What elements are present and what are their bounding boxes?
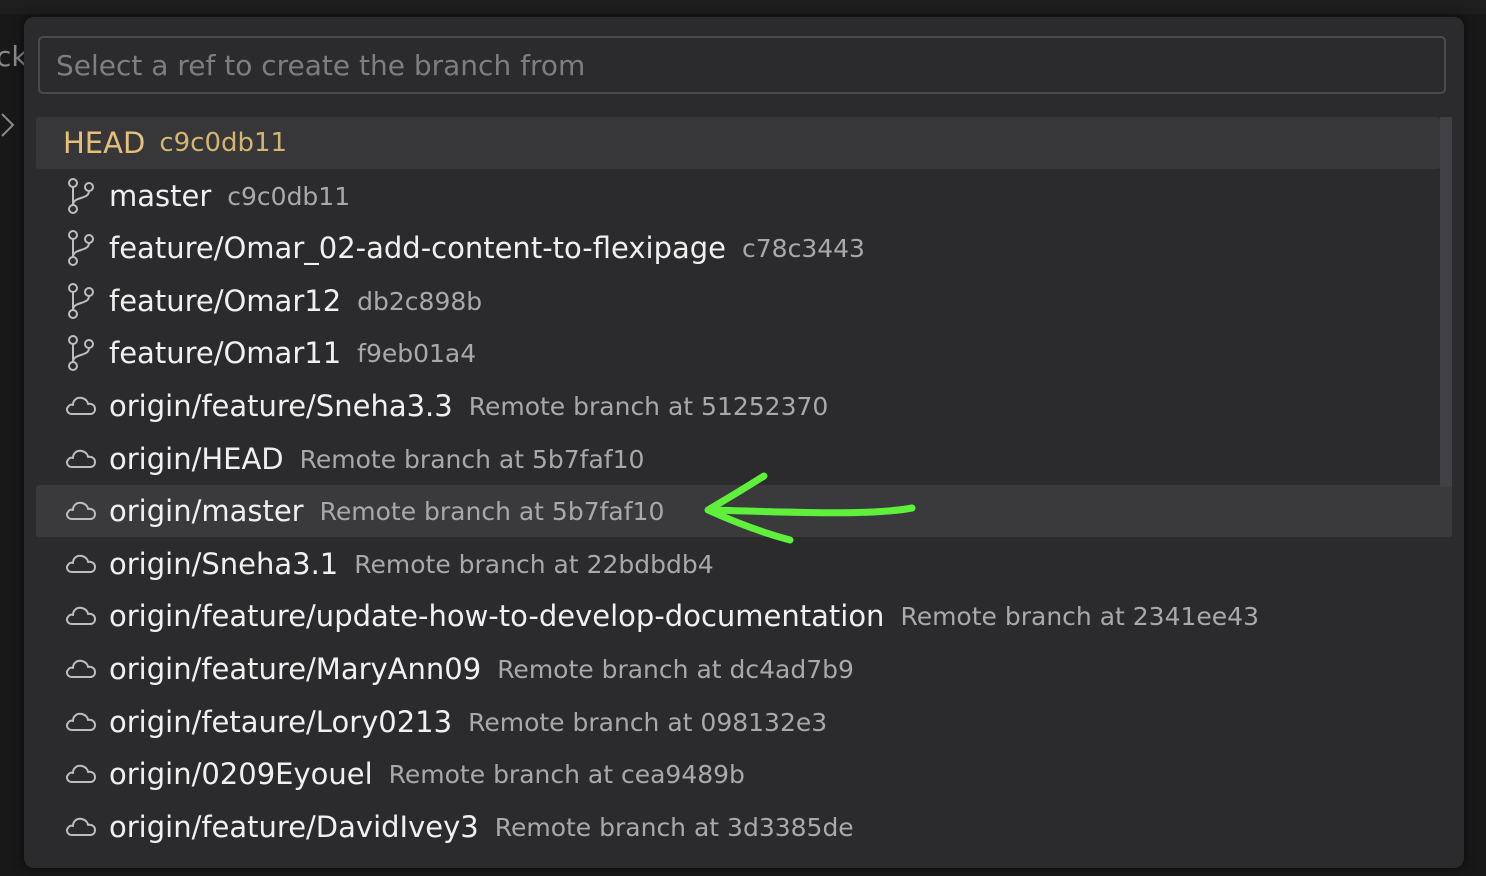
- ref-description: c9c0db11: [227, 181, 351, 211]
- ref-description: Remote branch at 5b7faf10: [319, 496, 665, 526]
- ref-label: feature/Omar_02-add-content-to-flexipage: [109, 231, 727, 265]
- ref-description: c9c0db11: [159, 128, 288, 158]
- ref-list-item[interactable]: master c9c0db11: [36, 170, 1452, 222]
- ref-label: origin/0209Eyouel: [109, 757, 373, 791]
- ref-description: Remote branch at 2341ee43: [900, 601, 1259, 631]
- ref-label: origin/master: [109, 494, 304, 528]
- chevron-right-icon: [0, 110, 16, 144]
- quick-pick-input-wrapper: [38, 36, 1446, 94]
- editor-top-bar: [0, 0, 1486, 14]
- ref-list-item[interactable]: origin/feature/Sneha3.3 Remote branch at …: [36, 380, 1452, 432]
- ref-list-item[interactable]: feature/Omar11 f9eb01a4: [36, 327, 1452, 379]
- cloud-icon: [63, 809, 99, 845]
- ref-label: origin/feature/MaryAnn09: [109, 652, 482, 686]
- list-scrollbar[interactable]: [1440, 117, 1452, 487]
- ref-description: db2c898b: [357, 286, 483, 316]
- ref-description: Remote branch at dc4ad7b9: [497, 654, 854, 684]
- ref-description: Remote branch at 3d3385de: [494, 812, 854, 842]
- ref-list-item[interactable]: feature/Omar12 db2c898b: [36, 275, 1452, 327]
- ref-list-item[interactable]: origin/feature/DavidIvey3 Remote branch a…: [36, 801, 1452, 853]
- ref-label: origin/feature/Sneha3.3: [109, 389, 453, 423]
- ref-description: Remote branch at 5b7faf10: [299, 444, 645, 474]
- cloud-icon: [63, 651, 99, 687]
- ref-description: Remote branch at 22bdbdb4: [354, 549, 714, 579]
- git-branch-icon: [63, 283, 99, 319]
- ref-list-item[interactable]: HEAD c9c0db11: [36, 117, 1440, 169]
- ref-label: origin/feature/update-how-to-develop-doc…: [109, 599, 885, 633]
- ref-label: origin/fetaure/Lory0213: [109, 705, 453, 739]
- cloud-icon: [63, 546, 99, 582]
- ref-label: origin/feature/DavidIvey3: [109, 810, 479, 844]
- ref-label: origin/HEAD: [109, 442, 284, 476]
- ref-description: f9eb01a4: [357, 338, 477, 368]
- ref-label: feature/Omar11: [109, 336, 342, 370]
- ref-label: origin/Sneha3.1: [109, 547, 339, 581]
- git-branch-icon: [63, 230, 99, 266]
- git-branch-icon: [63, 178, 99, 214]
- ref-label: feature/Omar12: [109, 284, 342, 318]
- ref-list-item[interactable]: origin/feature/update-how-to-develop-doc…: [36, 590, 1452, 642]
- ref-description: Remote branch at 51252370: [468, 391, 829, 421]
- annotation-arrow: [704, 472, 916, 544]
- ref-list-item[interactable]: feature/Omar_02-add-content-to-flexipage…: [36, 222, 1452, 274]
- ref-label: master: [109, 179, 212, 213]
- cloud-icon: [63, 704, 99, 740]
- ref-list-item[interactable]: origin/fetaure/Lory0213 Remote branch at …: [36, 696, 1452, 748]
- ref-description: Remote branch at cea9489b: [388, 759, 745, 789]
- ref-description: c78c3443: [742, 233, 865, 263]
- cloud-icon: [63, 756, 99, 792]
- cloud-icon: [63, 598, 99, 634]
- ref-list-item[interactable]: origin/0209Eyouel Remote branch at cea948…: [36, 748, 1452, 800]
- git-branch-icon: [63, 335, 99, 371]
- cloud-icon: [63, 493, 99, 529]
- ref-label: HEAD: [63, 126, 146, 160]
- ref-search-input[interactable]: [40, 38, 1444, 92]
- cloud-icon: [63, 388, 99, 424]
- cloud-icon: [63, 441, 99, 477]
- ref-list-item[interactable]: origin/feature/MaryAnn09 Remote branch at…: [36, 643, 1452, 695]
- ref-description: Remote branch at 098132e3: [468, 707, 828, 737]
